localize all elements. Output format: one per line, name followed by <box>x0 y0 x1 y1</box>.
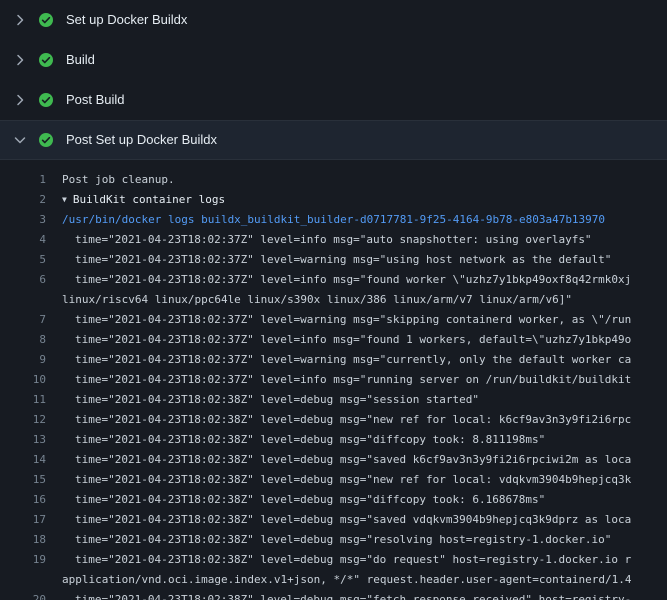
line-number[interactable]: 7 <box>0 313 46 326</box>
log-text: time="2021-04-23T18:02:37Z" level=warnin… <box>46 253 667 266</box>
log-text: linux/riscv64 linux/ppc64le linux/s390x … <box>46 293 667 306</box>
log-text: time="2021-04-23T18:02:37Z" level=info m… <box>46 273 667 286</box>
chevron-right-icon <box>12 52 28 68</box>
line-number[interactable]: 1 <box>0 173 46 186</box>
line-number[interactable]: 2 <box>0 193 46 206</box>
line-number[interactable]: 14 <box>0 453 46 466</box>
check-circle-icon <box>38 132 54 148</box>
log-line: 16 time="2021-04-23T18:02:38Z" level=deb… <box>0 489 667 509</box>
log-line: 13 time="2021-04-23T18:02:38Z" level=deb… <box>0 429 667 449</box>
line-number[interactable]: 13 <box>0 433 46 446</box>
log-line: 9 time="2021-04-23T18:02:37Z" level=warn… <box>0 349 667 369</box>
chevron-right-icon <box>12 12 28 28</box>
log-line: linux/riscv64 linux/ppc64le linux/s390x … <box>0 289 667 309</box>
log-line: 19 time="2021-04-23T18:02:38Z" level=deb… <box>0 549 667 569</box>
check-circle-icon <box>38 92 54 108</box>
line-number[interactable]: 11 <box>0 393 46 406</box>
log-line: 1 Post job cleanup. <box>0 169 667 189</box>
line-number[interactable]: 17 <box>0 513 46 526</box>
log-text: time="2021-04-23T18:02:38Z" level=debug … <box>46 473 667 486</box>
line-number[interactable]: 3 <box>0 213 46 226</box>
log-line: 10 time="2021-04-23T18:02:37Z" level=inf… <box>0 369 667 389</box>
log-text: time="2021-04-23T18:02:38Z" level=debug … <box>46 513 667 526</box>
line-number[interactable]: 20 <box>0 593 46 600</box>
log-text: time="2021-04-23T18:02:38Z" level=debug … <box>46 413 667 426</box>
log-line: 11 time="2021-04-23T18:02:38Z" level=deb… <box>0 389 667 409</box>
log-line: 12 time="2021-04-23T18:02:38Z" level=deb… <box>0 409 667 429</box>
step-section-label: Post Build <box>66 92 125 108</box>
line-number[interactable]: 10 <box>0 373 46 386</box>
log-line: application/vnd.oci.image.index.v1+json,… <box>0 569 667 589</box>
log-text: time="2021-04-23T18:02:37Z" level=info m… <box>46 373 667 386</box>
line-number[interactable]: 18 <box>0 533 46 546</box>
line-number[interactable]: 15 <box>0 473 46 486</box>
step-section-label: Build <box>66 52 95 68</box>
chevron-down-icon <box>12 132 28 148</box>
log-text: time="2021-04-23T18:02:38Z" level=debug … <box>46 553 667 566</box>
log-text: time="2021-04-23T18:02:37Z" level=info m… <box>46 333 667 346</box>
log-text: time="2021-04-23T18:02:38Z" level=debug … <box>46 453 667 466</box>
triangle-down-icon: ▼ <box>62 195 67 204</box>
line-number[interactable]: 4 <box>0 233 46 246</box>
log-text: time="2021-04-23T18:02:37Z" level=info m… <box>46 233 667 246</box>
log-line: 18 time="2021-04-23T18:02:38Z" level=deb… <box>0 529 667 549</box>
log-line: 14 time="2021-04-23T18:02:38Z" level=deb… <box>0 449 667 469</box>
log-text: application/vnd.oci.image.index.v1+json,… <box>46 573 667 586</box>
log-line: 15 time="2021-04-23T18:02:38Z" level=deb… <box>0 469 667 489</box>
log-text: Post job cleanup. <box>46 173 667 186</box>
log-line: 6 time="2021-04-23T18:02:37Z" level=info… <box>0 269 667 289</box>
log-text: time="2021-04-23T18:02:38Z" level=debug … <box>46 393 667 406</box>
log-text: time="2021-04-23T18:02:38Z" level=debug … <box>46 493 667 506</box>
log-line: 8 time="2021-04-23T18:02:37Z" level=info… <box>0 329 667 349</box>
log-text: time="2021-04-23T18:02:37Z" level=warnin… <box>46 353 667 366</box>
step-sections: Set up Docker Buildx Build Post Build Po… <box>0 0 667 160</box>
line-number[interactable]: 6 <box>0 273 46 286</box>
step-section-label: Post Set up Docker Buildx <box>66 132 217 148</box>
log-text: time="2021-04-23T18:02:37Z" level=warnin… <box>46 313 667 326</box>
workflow-log-viewer: Set up Docker Buildx Build Post Build Po… <box>0 0 667 600</box>
line-number[interactable]: 19 <box>0 553 46 566</box>
log-text: time="2021-04-23T18:02:38Z" level=debug … <box>46 533 667 546</box>
line-number[interactable]: 16 <box>0 493 46 506</box>
log-line: 17 time="2021-04-23T18:02:38Z" level=deb… <box>0 509 667 529</box>
check-circle-icon <box>38 12 54 28</box>
log-text: time="2021-04-23T18:02:38Z" level=debug … <box>46 433 667 446</box>
log-area: 1 Post job cleanup. 2 ▼BuildKit containe… <box>0 160 667 600</box>
log-line: 5 time="2021-04-23T18:02:37Z" level=warn… <box>0 249 667 269</box>
log-line: 7 time="2021-04-23T18:02:37Z" level=warn… <box>0 309 667 329</box>
log-line: 20 time="2021-04-23T18:02:38Z" level=deb… <box>0 589 667 600</box>
line-number[interactable]: 12 <box>0 413 46 426</box>
step-section-set-up-docker-buildx[interactable]: Set up Docker Buildx <box>0 0 667 40</box>
line-number[interactable]: 9 <box>0 353 46 366</box>
log-line: 3 /usr/bin/docker logs buildx_buildkit_b… <box>0 209 667 229</box>
chevron-right-icon <box>12 92 28 108</box>
log-group-toggle[interactable]: ▼BuildKit container logs <box>46 193 667 206</box>
log-line: 2 ▼BuildKit container logs <box>0 189 667 209</box>
check-circle-icon <box>38 52 54 68</box>
log-text: time="2021-04-23T18:02:38Z" level=debug … <box>46 593 667 600</box>
step-section-post-set-up-docker-buildx[interactable]: Post Set up Docker Buildx <box>0 120 667 160</box>
line-number[interactable]: 8 <box>0 333 46 346</box>
log-line: 4 time="2021-04-23T18:02:37Z" level=info… <box>0 229 667 249</box>
step-section-label: Set up Docker Buildx <box>66 12 187 28</box>
line-number[interactable]: 5 <box>0 253 46 266</box>
step-section-post-build[interactable]: Post Build <box>0 80 667 120</box>
step-section-build[interactable]: Build <box>0 40 667 80</box>
log-command-text: /usr/bin/docker logs buildx_buildkit_bui… <box>46 213 667 226</box>
